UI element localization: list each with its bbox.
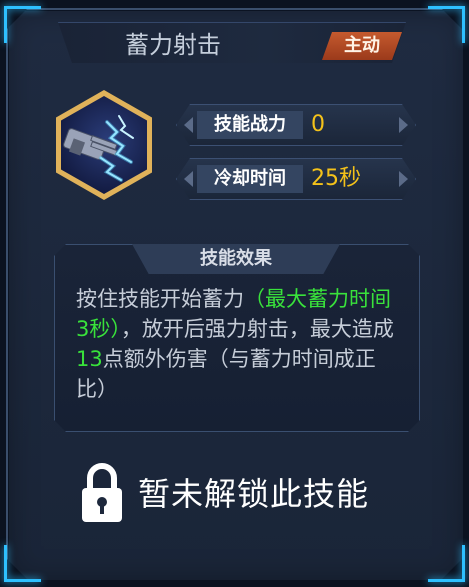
effect-header: 技能效果 bbox=[132, 244, 340, 274]
stat-cooldown: 冷却时间 25秒 bbox=[176, 158, 416, 200]
padlock-icon bbox=[80, 460, 124, 526]
locked-message: 暂未解锁此技能 bbox=[138, 475, 370, 513]
stat-label: 技能战力 bbox=[197, 111, 303, 139]
skill-icon-frame bbox=[56, 90, 152, 200]
skill-title: 蓄力射击 bbox=[125, 31, 221, 59]
chevron-left-icon bbox=[184, 117, 193, 133]
stat-skill-power: 技能战力 0 bbox=[176, 104, 416, 146]
effect-text-2: ，放开后强力射击，最大造成 bbox=[120, 317, 394, 341]
corner-accent-bottom-right bbox=[428, 545, 465, 582]
skill-detail-panel: 蓄力射击 主动 技能战力 0 冷却时间 25秒 技能效果 按住技能开始蓄力（最大… bbox=[0, 0, 469, 587]
stat-value: 25秒 bbox=[311, 166, 361, 191]
locked-status: 暂未解锁此技能 bbox=[80, 460, 400, 530]
corner-accent-top-left bbox=[4, 6, 41, 43]
stat-value: 0 bbox=[311, 112, 325, 137]
chevron-right-icon bbox=[399, 171, 408, 187]
effect-text-1: 按住技能开始蓄力 bbox=[76, 287, 244, 311]
skill-type-badge: 主动 bbox=[322, 32, 402, 60]
chevron-right-icon bbox=[399, 117, 408, 133]
stat-label: 冷却时间 bbox=[197, 165, 303, 193]
effect-text-3: 点额外伤害（与蓄力时间成正比） bbox=[76, 347, 376, 401]
corner-accent-bottom-left bbox=[4, 545, 41, 582]
chevron-left-icon bbox=[184, 171, 193, 187]
effect-description: 按住技能开始蓄力（最大蓄力时间3秒），放开后强力射击，最大造成13点额外伤害（与… bbox=[76, 284, 396, 404]
effect-text-highlight-2: 13 bbox=[76, 347, 103, 371]
corner-accent-top-right bbox=[428, 6, 465, 43]
